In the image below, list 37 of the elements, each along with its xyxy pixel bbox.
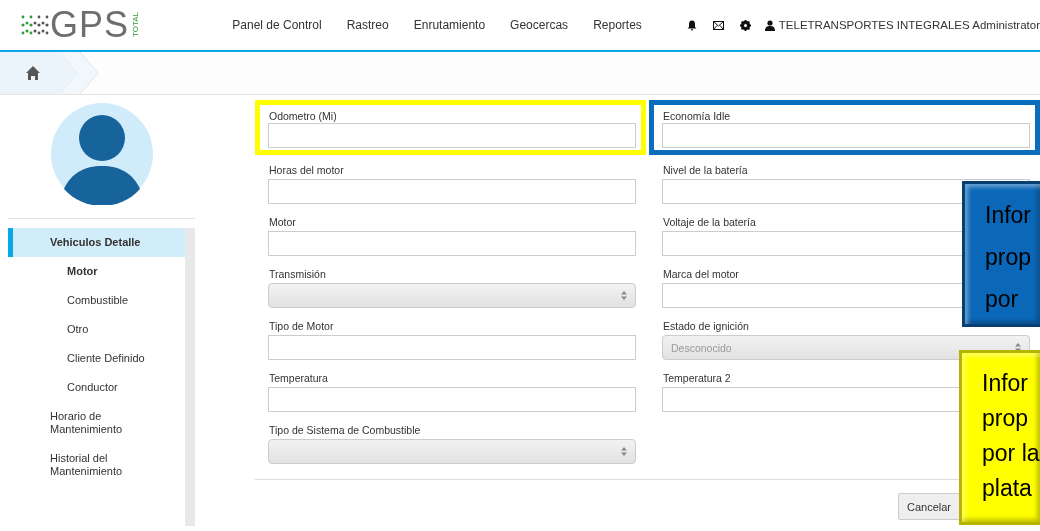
callout-text: por: [985, 285, 1020, 314]
sidebar-item[interactable]: Horario de Mantenimiento: [8, 402, 178, 444]
callout-text: prop: [985, 243, 1033, 272]
sidebar-item[interactable]: Historial del Mantenimiento: [8, 444, 178, 486]
callout-text: Infor: [982, 369, 1030, 398]
sidebar-item[interactable]: Motor: [8, 257, 185, 286]
field-label: Temperatura 2: [663, 372, 731, 384]
nav-link[interactable]: Reportes: [593, 18, 642, 32]
nav-link[interactable]: Enrutamiento: [413, 18, 486, 32]
logo-text: GPS: [50, 7, 130, 43]
field-label: Temperatura: [269, 372, 328, 384]
nav-link[interactable]: Panel de Control: [232, 18, 322, 32]
nav-link[interactable]: Geocercas: [510, 18, 569, 32]
callout-text: Infor: [985, 201, 1033, 230]
user-name[interactable]: TELETRANSPORTES INTEGRALES Administrator: [778, 19, 1040, 31]
field-label: Marca del motor: [663, 268, 739, 280]
field-label: Tipo de Sistema de Combustible: [269, 424, 421, 436]
field-label: Odometro (Mi): [269, 110, 337, 122]
callout-text: por la: [982, 439, 1040, 468]
field-label: Estado de ignición: [663, 320, 749, 332]
field-label: Motor: [269, 216, 296, 228]
field-label: Nivel de la batería: [663, 164, 748, 176]
field-label: Horas del motor: [269, 164, 344, 176]
callout-text: plata: [982, 474, 1033, 503]
cancel-button[interactable]: Cancelar: [897, 493, 960, 520]
sidebar-item[interactable]: Conductor: [8, 373, 195, 402]
nav-link[interactable]: Rastreo: [346, 18, 389, 32]
sidebar-item[interactable]: Cliente Definido: [8, 344, 195, 373]
sidebar-item[interactable]: Combustible: [8, 286, 195, 315]
logo-subtext: TOTAL: [131, 12, 141, 38]
field-label: Tipo de Motor: [269, 320, 334, 332]
sidebar-item[interactable]: Otro: [8, 315, 195, 344]
field-label: Voltaje de la batería: [663, 216, 756, 228]
field-label: Economía Idle: [663, 110, 731, 122]
sidebar-item[interactable]: Vehiculos Detalle: [8, 228, 185, 257]
field-label: Transmisión: [269, 268, 326, 280]
callout-text: prop: [982, 404, 1030, 433]
